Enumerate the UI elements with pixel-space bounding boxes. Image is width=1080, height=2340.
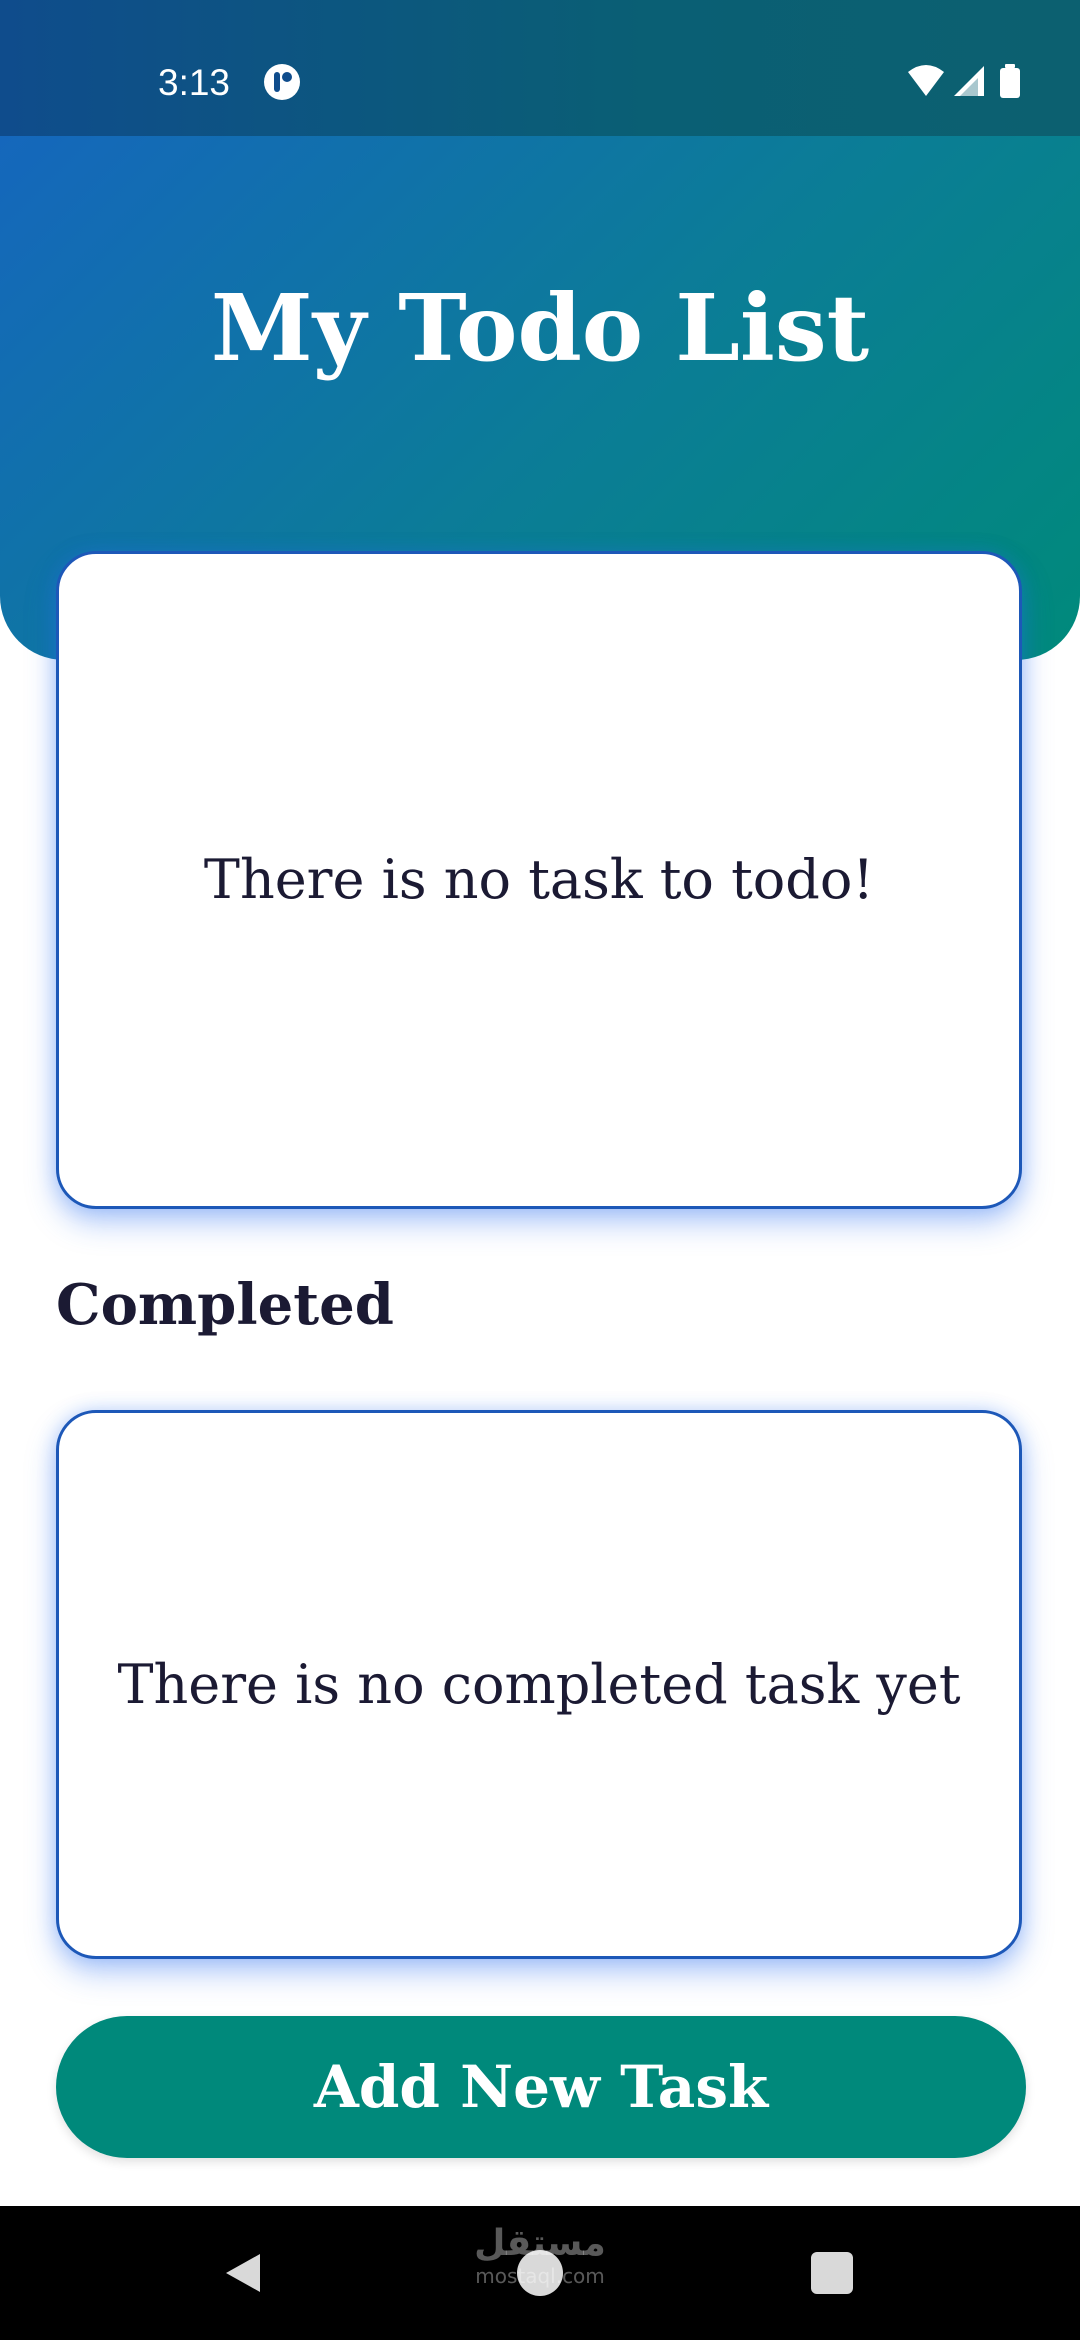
app-notification-icon: [264, 64, 300, 100]
watermark-latin: mostaql.com: [475, 2264, 605, 2288]
watermark-arabic: مستقل: [474, 2223, 606, 2264]
navigation-bar: مستقل mostaql.com: [0, 2206, 1080, 2340]
page-title: My Todo List: [210, 274, 870, 382]
status-time: 3:13: [158, 62, 231, 103]
status-right-icons: [908, 64, 1020, 98]
todo-empty-message: There is no task to todo!: [203, 848, 875, 911]
back-icon[interactable]: [220, 2250, 266, 2296]
completed-section-title: Completed: [56, 1272, 394, 1338]
wifi-icon: [908, 65, 944, 96]
status-bar: 3:13: [0, 0, 1080, 136]
add-new-task-button[interactable]: Add New Task: [56, 2016, 1026, 2158]
recent-apps-icon[interactable]: [811, 2252, 853, 2294]
completed-list-card: There is no completed task yet: [56, 1410, 1022, 1959]
watermark: مستقل mostaql.com: [470, 2223, 610, 2289]
signal-icon: [954, 66, 984, 96]
completed-empty-message: There is no completed task yet: [117, 1652, 961, 1716]
todo-list-card: There is no task to todo!: [56, 551, 1022, 1209]
battery-icon: [1000, 64, 1020, 98]
